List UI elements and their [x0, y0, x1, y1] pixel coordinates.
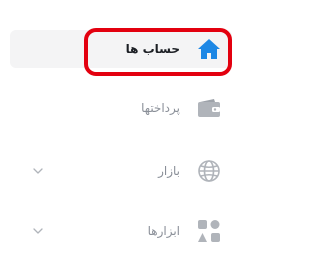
sidebar-item-label: پرداختها — [141, 101, 180, 115]
sidebar-item-market[interactable]: بازار — [10, 152, 232, 190]
tools-icon — [196, 218, 222, 244]
sidebar-item-label: بازار — [158, 164, 180, 178]
chevron-down-icon[interactable] — [32, 225, 44, 237]
sidebar-item-accounts[interactable]: حساب ها — [10, 30, 232, 68]
sidebar-menu: حساب ها پرداختها بازار ابزارها — [0, 0, 244, 261]
sidebar-item-label: حساب ها — [125, 42, 180, 56]
home-icon — [196, 36, 222, 62]
sidebar-item-label: ابزارها — [147, 224, 180, 238]
globe-icon — [196, 158, 222, 184]
sidebar-item-payments[interactable]: پرداختها — [10, 89, 232, 127]
sidebar-item-tools[interactable]: ابزارها — [10, 212, 232, 250]
wallet-icon — [196, 95, 222, 121]
chevron-down-icon[interactable] — [32, 165, 44, 177]
